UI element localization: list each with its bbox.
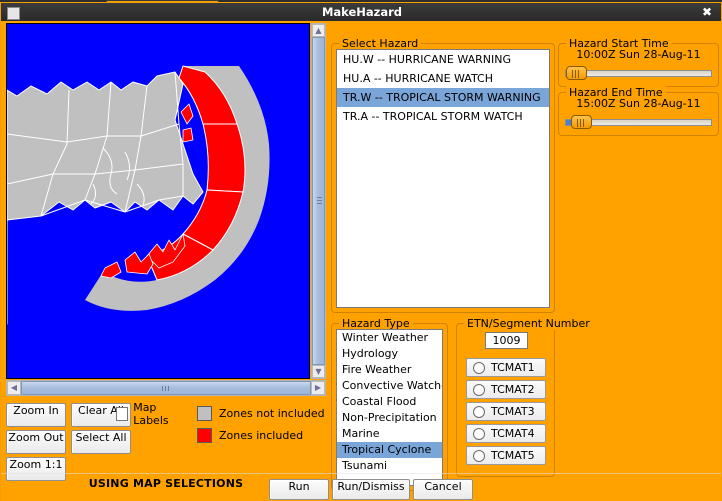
scroll-left-icon[interactable]: ◀	[7, 381, 21, 395]
select-hazard-list[interactable]: HU.W -- HURRICANE WARNING HU.A -- HURRIC…	[336, 49, 550, 308]
cancel-button[interactable]: Cancel	[413, 479, 473, 500]
radio-icon[interactable]	[473, 449, 485, 462]
etn-option-tcmat3[interactable]: TCMAT3	[466, 402, 546, 421]
hazard-start-time-group: Hazard Start Time 10:00Z Sun 28-Aug-11	[558, 37, 719, 87]
slider-thumb[interactable]	[566, 66, 588, 80]
scroll-down-icon[interactable]: ▼	[312, 365, 325, 378]
hazard-list-item[interactable]: HU.W -- HURRICANE WARNING	[337, 50, 549, 69]
checkbox-icon[interactable]	[116, 407, 129, 421]
map-legend: Zones not included Zones included	[197, 406, 327, 450]
hazard-list-item[interactable]: TR.A -- TROPICAL STORM WATCH	[337, 107, 549, 126]
grip-icon	[572, 70, 582, 78]
radio-icon[interactable]	[473, 383, 485, 396]
scroll-up-icon[interactable]: ▲	[312, 24, 325, 37]
makehazard-window: MakeHazard ✖ ▲ ▼ ◀ ▶ Zoom In Clear All Z…	[0, 2, 722, 501]
legend-swatch-included	[197, 428, 212, 443]
footer-button-bar: Run Run/Dismiss Cancel	[1, 476, 721, 501]
etn-segment-title: ETN/Segment Number	[464, 317, 593, 330]
hazard-type-item[interactable]: Tsunami	[337, 458, 442, 474]
hazard-type-item[interactable]: Coastal Flood	[337, 394, 442, 410]
map-panel: ▲ ▼ ◀ ▶	[6, 23, 326, 398]
run-dismiss-button[interactable]: Run/Dismiss	[332, 479, 410, 500]
select-hazard-group: Select Hazard HU.W -- HURRICANE WARNING …	[331, 37, 555, 313]
grip-icon	[317, 197, 322, 205]
hazard-type-item[interactable]: Non-Precipitation	[337, 410, 442, 426]
etn-option-label: TCMAT5	[491, 449, 535, 462]
legend-row: Zones included	[197, 428, 327, 443]
etn-option-tcmat1[interactable]: TCMAT1	[466, 358, 546, 377]
hazard-start-time-slider[interactable]	[565, 66, 712, 80]
scroll-right-icon[interactable]: ▶	[311, 381, 325, 395]
window-titlebar: MakeHazard ✖	[0, 2, 722, 21]
map-labels-checkbox[interactable]: Map Labels	[116, 401, 186, 427]
hazard-type-item[interactable]: Winter Weather	[337, 330, 442, 346]
etn-option-tcmat4[interactable]: TCMAT4	[466, 424, 546, 443]
window-body: ▲ ▼ ◀ ▶ Zoom In Clear All Zoom Out Selec…	[0, 21, 722, 501]
zone-map[interactable]	[6, 23, 310, 379]
hazard-type-item[interactable]: Fire Weather	[337, 362, 442, 378]
close-icon[interactable]: ✖	[700, 5, 714, 20]
hazard-type-item-selected[interactable]: Tropical Cyclone	[337, 442, 442, 458]
slider-thumb[interactable]	[570, 115, 592, 129]
legend-row: Zones not included	[197, 406, 327, 421]
map-vscroll-thumb[interactable]	[312, 37, 325, 365]
window-title: MakeHazard	[321, 5, 403, 19]
hazard-list-item[interactable]: HU.A -- HURRICANE WATCH	[337, 69, 549, 88]
map-vertical-scrollbar[interactable]: ▲ ▼	[311, 23, 326, 379]
etn-option-label: TCMAT1	[491, 361, 535, 374]
select-all-button[interactable]: Select All	[71, 430, 131, 454]
hazard-start-time-value: 10:00Z Sun 28-Aug-11	[576, 48, 701, 61]
etn-segment-group: ETN/Segment Number 1009 TCMAT1 TCMAT2 TC…	[456, 317, 593, 477]
legend-swatch-not-included	[197, 406, 212, 421]
legend-label-included: Zones included	[219, 429, 304, 442]
hazard-type-list[interactable]: Winter Weather Hydrology Fire Weather Co…	[336, 329, 443, 486]
hazard-list-item-selected[interactable]: TR.W -- TROPICAL STORM WARNING	[337, 88, 549, 107]
hazard-end-time-value: 15:00Z Sun 28-Aug-11	[576, 97, 701, 110]
grip-icon	[162, 386, 170, 391]
map-hscroll-thumb[interactable]	[21, 381, 311, 395]
legend-label-not-included: Zones not included	[219, 407, 325, 420]
radio-icon[interactable]	[473, 361, 485, 374]
hazard-end-time-group: Hazard End Time 15:00Z Sun 28-Aug-11	[558, 86, 719, 136]
run-button[interactable]: Run	[269, 479, 329, 500]
footer-separator	[1, 473, 721, 474]
etn-number-input[interactable]: 1009	[485, 332, 528, 349]
zoom-in-button[interactable]: Zoom In	[6, 403, 66, 427]
etn-option-label: TCMAT2	[491, 383, 535, 396]
etn-option-tcmat5[interactable]: TCMAT5	[466, 446, 546, 465]
etn-option-label: TCMAT4	[491, 427, 535, 440]
hazard-type-item[interactable]: Hydrology	[337, 346, 442, 362]
etn-option-label: TCMAT3	[491, 405, 535, 418]
map-labels-label: Map Labels	[133, 401, 169, 427]
hazard-end-time-slider[interactable]	[565, 115, 712, 129]
radio-icon[interactable]	[473, 427, 485, 440]
grip-icon	[576, 119, 586, 127]
map-horizontal-scrollbar[interactable]: ◀ ▶	[6, 380, 326, 396]
slider-track[interactable]	[565, 70, 712, 77]
hazard-type-item[interactable]: Convective Watches	[337, 378, 442, 394]
radio-icon[interactable]	[473, 405, 485, 418]
etn-option-tcmat2[interactable]: TCMAT2	[466, 380, 546, 399]
zoom-out-button[interactable]: Zoom Out	[6, 430, 66, 454]
hazard-type-item[interactable]: Marine	[337, 426, 442, 442]
hazard-type-group: Hazard Type Winter Weather Hydrology Fir…	[331, 317, 448, 491]
